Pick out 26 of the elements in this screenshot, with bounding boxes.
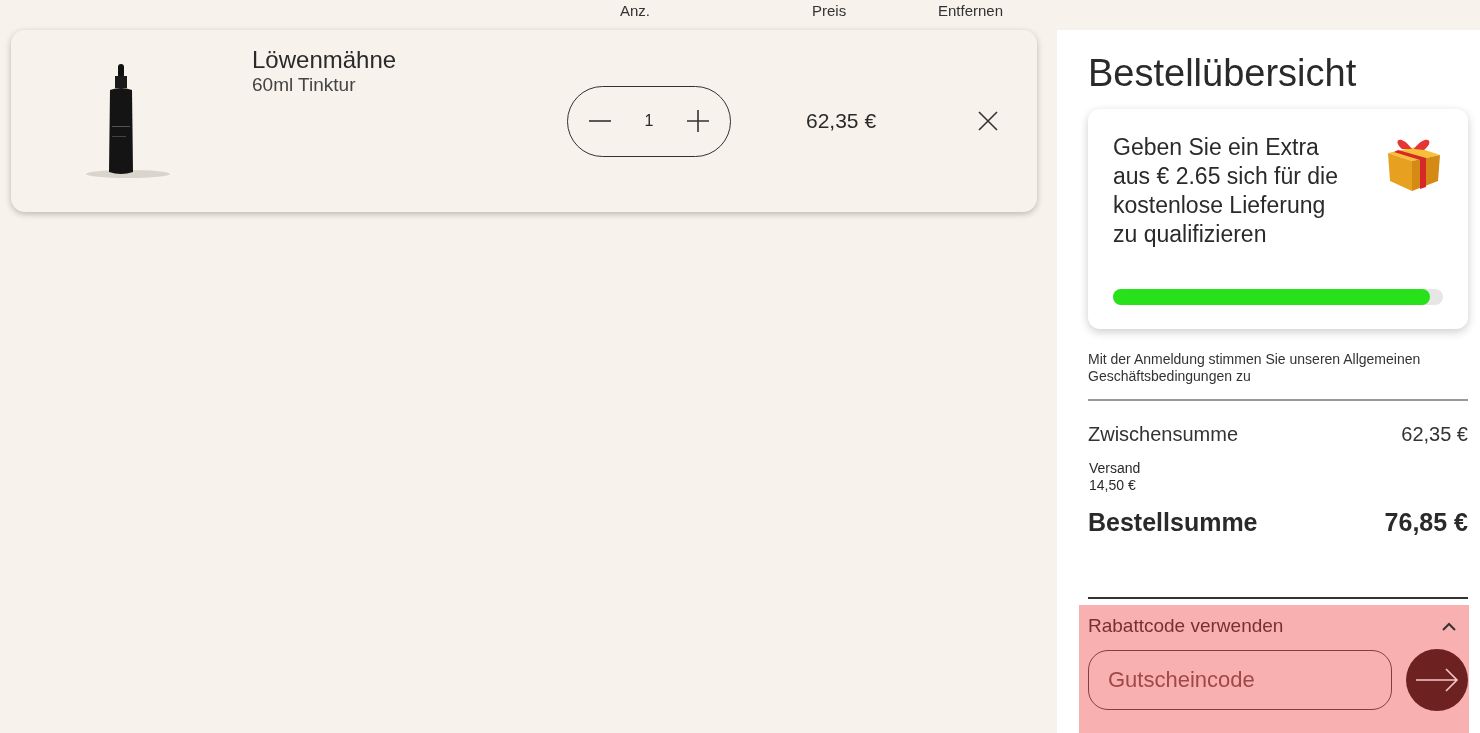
minus-button[interactable]	[588, 120, 612, 122]
shipping-value: 14,50 €	[1089, 477, 1137, 494]
arrow-right-icon	[1415, 668, 1459, 692]
summary-title: Bestellübersicht	[1088, 52, 1358, 95]
shipping-label: Versand	[1089, 460, 1142, 477]
column-header: Anz.	[620, 2, 650, 19]
coupon-input-field[interactable]: Gutscheincode	[1088, 650, 1392, 710]
column-header: Entfernen	[938, 2, 1004, 19]
column-header: Preis	[812, 2, 847, 19]
total-label: Bestellsumme	[1088, 508, 1258, 537]
free-shipping-message: Geben Sie ein Extra aus € 2.65 sich für die kostenlose Lieferung zu qualifizieren	[1113, 133, 1340, 249]
minus-icon	[588, 120, 612, 122]
plus-icon	[686, 109, 710, 133]
product-variant: 60ml Tinktur	[252, 74, 357, 96]
quantity-value: 1	[644, 112, 654, 130]
subtotal-label: Zwischensumme	[1088, 423, 1239, 446]
coupon-label: Rabattcode verwenden	[1088, 615, 1284, 637]
total-value: 76,85 €	[1384, 508, 1468, 537]
remove-button[interactable]	[978, 111, 998, 131]
chevron-icon[interactable]	[1441, 621, 1457, 631]
subtotal-value: 62,35 €	[1401, 423, 1468, 446]
item-price: 62,35 €	[806, 109, 878, 133]
close-icon	[978, 111, 998, 131]
terms-text: Mit der Anmeldung stimmen Sie unseren Allgemeinen Geschäftsbedingungen zu	[1088, 351, 1422, 385]
plus-button[interactable]	[686, 109, 710, 133]
product-name: Löwenmähne	[252, 46, 398, 74]
